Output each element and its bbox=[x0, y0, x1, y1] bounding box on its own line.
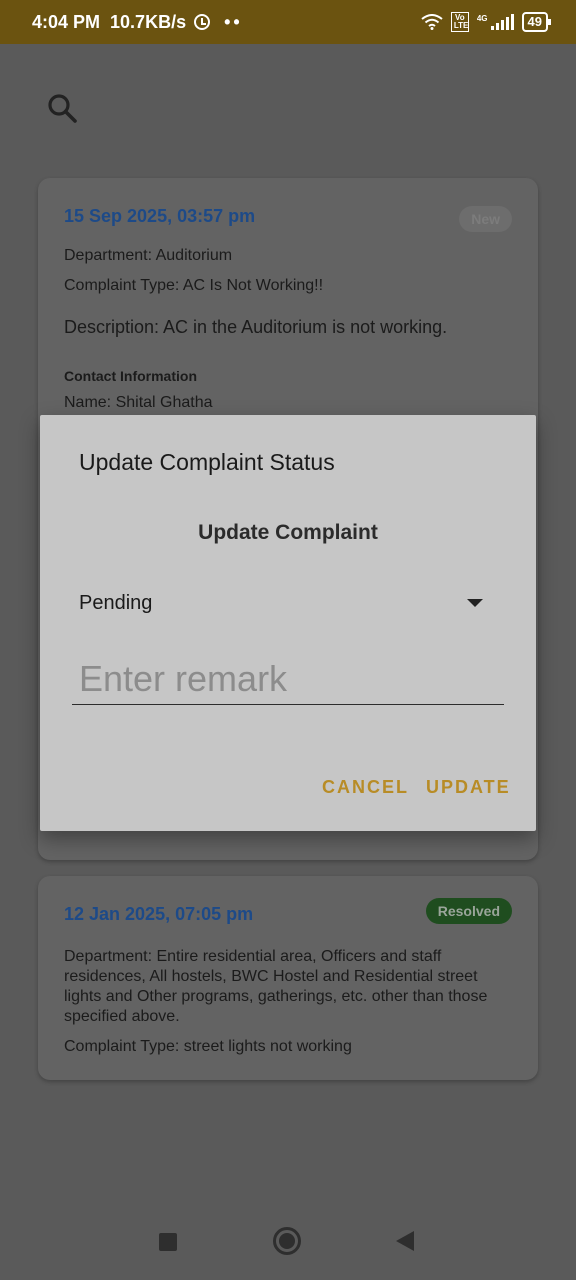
update-status-dialog: Update Complaint Status Update Complaint… bbox=[40, 415, 536, 831]
department-text: Department: Auditorium bbox=[64, 247, 233, 264]
contact-heading: Contact Information bbox=[64, 368, 197, 384]
status-icons: Vo LTE 4G 49 bbox=[421, 12, 552, 32]
remark-input[interactable] bbox=[72, 653, 504, 705]
status-badge: Resolved bbox=[425, 898, 512, 924]
complaint-date: 15 Sep 2025, 03:57 pm bbox=[64, 206, 256, 226]
back-icon[interactable] bbox=[396, 1231, 414, 1251]
cell-signal-icon: 4G bbox=[477, 14, 514, 30]
complaint-type-text: Complaint Type: AC Is Not Working!! bbox=[64, 277, 324, 294]
network-type: 4G bbox=[476, 14, 488, 23]
complaint-card[interactable]: 12 Jan 2025, 07:05 pm Resolved Departmen… bbox=[38, 876, 538, 1080]
department-text: Department: Entire residential area, Off… bbox=[64, 948, 488, 1025]
status-dropdown-value: Pending bbox=[79, 591, 153, 614]
update-button[interactable]: UPDATE bbox=[426, 777, 511, 798]
cancel-button[interactable]: CANCEL bbox=[322, 777, 409, 798]
notification-dots: •• bbox=[224, 11, 243, 32]
home-icon[interactable] bbox=[273, 1227, 301, 1255]
volte-icon: Vo LTE bbox=[450, 12, 469, 32]
status-badge: New bbox=[459, 206, 512, 232]
alarm-icon bbox=[194, 14, 211, 30]
dialog-title: Update Complaint Status bbox=[79, 449, 335, 475]
battery-icon: 49 bbox=[521, 12, 552, 32]
navigation-bar bbox=[0, 1210, 576, 1280]
search-icon[interactable] bbox=[46, 92, 78, 124]
status-bar: 4:04 PM 10.7KB/s •• Vo LTE 4G 49 bbox=[0, 0, 576, 44]
complaint-type-text: Complaint Type: street lights not workin… bbox=[64, 1038, 352, 1055]
dropdown-arrow-icon bbox=[467, 599, 483, 607]
status-dropdown[interactable]: Pending bbox=[79, 587, 483, 619]
description-text: Description: AC in the Auditorium is not… bbox=[64, 317, 448, 337]
network-speed: 10.7KB/s bbox=[110, 11, 187, 32]
recents-icon[interactable] bbox=[159, 1233, 177, 1251]
status-time: 4:04 PM bbox=[32, 11, 101, 32]
dialog-subtitle: Update Complaint bbox=[198, 521, 378, 544]
contact-name: Name: Shital Ghatha bbox=[64, 394, 213, 411]
wifi-icon bbox=[421, 14, 443, 30]
